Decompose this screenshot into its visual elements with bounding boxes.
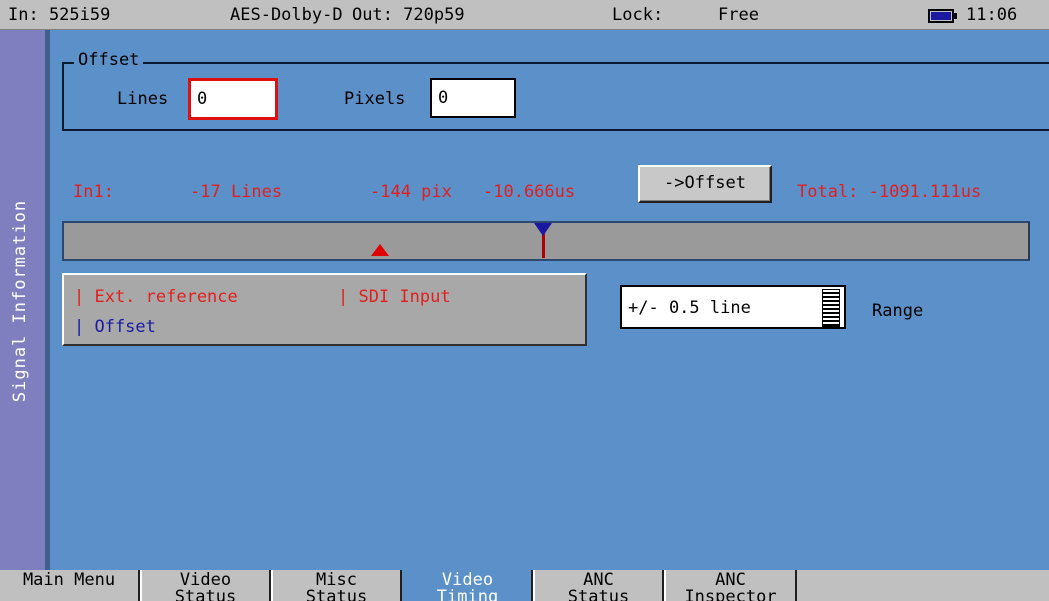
audio-format: AES-Dolby-D [230,5,343,25]
lock-value: Free [718,5,759,25]
sidebar-divider [45,30,50,570]
offset-lines-readout: -17 Lines [190,182,283,202]
range-scroll-icon[interactable] [822,289,840,327]
lines-value: 0 [197,89,208,109]
range-label: Range [872,301,924,321]
tab-video-status[interactable]: Video Status [140,570,271,601]
offset-pixels-readout: -144 pix [370,182,452,202]
tab-label: Main Menu [22,570,116,590]
legend-sdi-input: | SDI Input [338,287,451,307]
status-bar: In: 525i59 AES-Dolby-D Out: 720p59 Lock:… [0,0,1049,30]
tab-anc-inspector[interactable]: ANC Inspector [664,570,797,601]
tab-label-line2: Timing [436,587,499,601]
battery-icon [928,8,958,28]
tab-label-line2: Status [567,587,630,601]
tab-bar-filler [797,570,1049,601]
tab-label-line2: Inspector [684,587,777,601]
tab-main-menu[interactable]: Main Menu [0,570,140,601]
range-select[interactable]: +/- 0.5 line [620,285,846,329]
bottom-tab-bar: Main Menu Video Status Misc Status Video… [0,570,1049,601]
range-value: +/- 0.5 line [628,298,751,318]
offset-time-readout: -10.666us [483,182,576,202]
input-label: In1: [73,182,114,202]
to-offset-button[interactable]: ->Offset [638,165,772,203]
sdi-input-marker-icon [371,244,389,256]
tab-label-line2: Status [174,587,237,601]
signal-information-tab[interactable]: Signal Information [0,30,45,570]
clock-time: 11:06 [966,5,1018,25]
tab-misc-status[interactable]: Misc Status [271,570,402,601]
pixels-input[interactable]: 0 [430,78,516,118]
lines-label: Lines [117,89,169,109]
tab-anc-status[interactable]: ANC Status [533,570,664,601]
output-format: Out: 720p59 [352,5,465,25]
total-offset-readout: Total: -1091.111us [797,182,982,202]
pixels-value: 0 [438,88,449,108]
tab-video-timing[interactable]: Video Timing [402,570,533,601]
pixels-label: Pixels [344,89,406,109]
marker-legend: | Ext. reference | SDI Input | Offset [62,273,587,346]
sidebar-title: Signal Information [10,199,30,403]
offset-legend: Offset [74,50,144,70]
legend-offset: | Offset [74,317,156,337]
reference-marker-icon [534,223,552,236]
legend-ext-reference: | Ext. reference [74,287,238,307]
input-format: In: 525i59 [8,5,111,25]
lock-label: Lock: [612,5,664,25]
tab-label-line2: Status [305,587,368,601]
lines-input[interactable]: 0 [188,78,278,120]
